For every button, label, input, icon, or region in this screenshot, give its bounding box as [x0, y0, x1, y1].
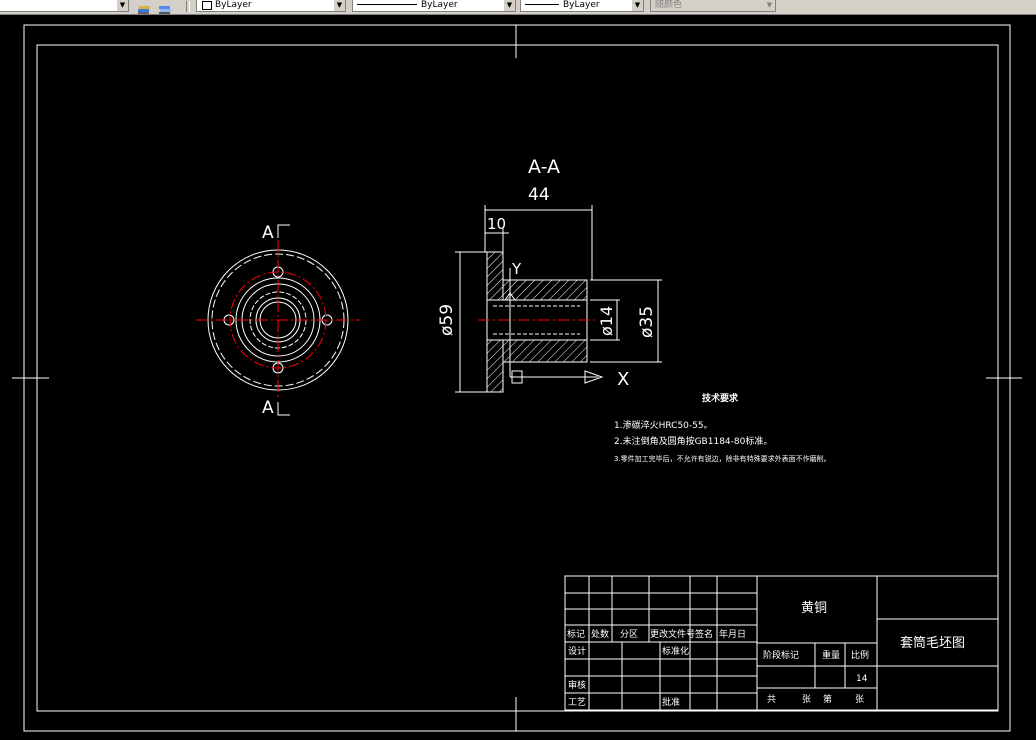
layer-previous-icon[interactable] — [158, 0, 172, 14]
tb-count-label: 处数 — [591, 628, 609, 640]
tb-scale-label: 比例 — [851, 649, 869, 661]
drawing-frame — [12, 24, 1022, 732]
tb-stage-label: 阶段标记 — [763, 649, 799, 661]
chevron-down-icon[interactable]: ▼ — [117, 0, 128, 11]
tb-approve-label: 批准 — [662, 696, 680, 708]
dim-35: ø35 — [637, 306, 657, 338]
chevron-down-icon[interactable]: ▼ — [764, 0, 775, 11]
layer-dropdown[interactable]: ▼ — [0, 0, 129, 12]
note-line-1: 1.渗碳淬火HRC50-55。 — [614, 419, 713, 431]
cut-label-top: A — [262, 223, 274, 243]
dim-10: 10 — [487, 215, 506, 233]
lineweight-value: ByLayer — [563, 0, 600, 10]
part-name: 套筒毛坯图 — [900, 635, 965, 651]
cut-label-bottom: A — [262, 398, 274, 418]
tb-review-label: 审核 — [568, 679, 586, 691]
front-view-centerlines — [196, 240, 360, 400]
linetype-preview — [357, 4, 417, 5]
chevron-down-icon[interactable]: ▼ — [504, 0, 515, 11]
color-value: ByLayer — [215, 0, 252, 10]
linetype-dropdown[interactable]: ByLayer ▼ — [352, 0, 516, 12]
tb-total-label: 共 — [767, 694, 776, 705]
note-line-3: 3.零件加工完毕后，不允许有锐边，除非有特殊要求外表面不作磨削。 — [614, 454, 831, 463]
tb-process-label: 工艺 — [568, 697, 586, 708]
layer-state-icon[interactable] — [137, 0, 151, 14]
tb-date-label: 年月日 — [719, 628, 746, 640]
toolbar-separator — [186, 1, 190, 12]
tb-sign-label: 签名 — [695, 628, 713, 640]
plot-style-dropdown[interactable]: 随颜色 ▼ — [650, 0, 776, 12]
drawing-canvas[interactable]: A A A-A 44 10 ø59 ø14 ø35 X Y 技术要求 1.渗碳淬… — [0, 15, 1036, 740]
properties-toolbar: ▼ ByLayer ▼ ByLayer ▼ ByLayer ▼ 随颜色 ▼ — [0, 0, 1036, 15]
section-view — [486, 251, 588, 393]
dim-59: ø59 — [437, 304, 457, 336]
tb-sheets-label: 张 — [802, 694, 811, 705]
tb-doc-label: 更改文件号 — [650, 628, 695, 640]
tb-weight-label: 重量 — [822, 649, 840, 661]
tb-standardize-label: 标准化 — [662, 645, 689, 657]
notes-title: 技术要求 — [702, 392, 739, 404]
color-swatch-icon — [202, 1, 212, 10]
note-line-2: 2.未注倒角及圆角按GB1184-80标准。 — [614, 435, 772, 447]
tb-number-label: 第 — [823, 693, 832, 705]
plot-style-value: 随颜色 — [655, 0, 683, 10]
lineweight-preview — [525, 4, 559, 5]
linetype-value: ByLayer — [421, 0, 458, 10]
section-label: A-A — [528, 156, 560, 178]
tb-sheet-label: 张 — [855, 694, 864, 705]
tb-zone-label: 分区 — [620, 629, 638, 640]
tb-mark-label: 标记 — [567, 628, 585, 640]
ucs-x-label: X — [617, 369, 629, 390]
color-dropdown[interactable]: ByLayer ▼ — [196, 0, 346, 12]
sheet-number: 14 — [856, 674, 868, 684]
material-name: 黄铜 — [801, 601, 827, 616]
lineweight-dropdown[interactable]: ByLayer ▼ — [520, 0, 644, 12]
dim-44: 44 — [528, 185, 550, 205]
chevron-down-icon[interactable]: ▼ — [334, 0, 345, 11]
chevron-down-icon[interactable]: ▼ — [632, 0, 643, 11]
ucs-y-label: Y — [511, 260, 522, 278]
dim-14: ø14 — [597, 306, 616, 336]
tb-design-label: 设计 — [568, 645, 586, 657]
